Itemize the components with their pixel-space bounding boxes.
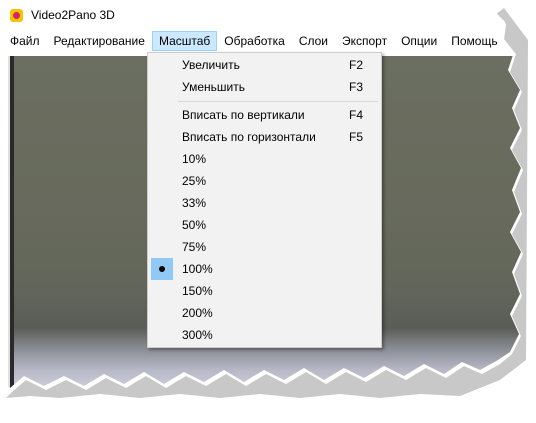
shortcut-label: F5 bbox=[349, 130, 364, 144]
menu-item-zoom-50[interactable]: 50% bbox=[150, 214, 379, 236]
menu-bar: Файл Редактирование Масштаб Обработка Сл… bbox=[0, 30, 521, 52]
menu-edit[interactable]: Редактирование bbox=[47, 31, 152, 51]
menu-item-zoom-25[interactable]: 25% bbox=[150, 170, 379, 192]
zoom-dropdown-menu: Увеличить F2 Уменьшить F3 Вписать по вер… bbox=[147, 52, 382, 348]
menu-item-label: 75% bbox=[182, 240, 207, 254]
menu-item-label: Уменьшить bbox=[182, 80, 245, 94]
menu-layers[interactable]: Слои bbox=[292, 31, 335, 51]
menu-item-zoom-100[interactable]: 100% bbox=[150, 258, 379, 280]
window-title: Video2Pano 3D bbox=[31, 8, 115, 22]
menu-item-label: Вписать по вертикали bbox=[182, 108, 305, 122]
menu-item-zoom-10[interactable]: 10% bbox=[150, 148, 379, 170]
menu-item-zoom-33[interactable]: 33% bbox=[150, 192, 379, 214]
menu-item-label: 33% bbox=[182, 196, 207, 210]
app-icon bbox=[10, 9, 23, 22]
menu-zoom[interactable]: Масштаб bbox=[151, 31, 218, 51]
menu-item-label: 10% bbox=[182, 152, 207, 166]
app-window: Video2Pano 3D Файл Редактирование Масшта… bbox=[0, 0, 521, 388]
menu-item-label: Вписать по горизонтали bbox=[182, 130, 316, 144]
menu-processing[interactable]: Обработка bbox=[217, 31, 292, 51]
radio-selected-icon bbox=[151, 258, 173, 280]
menu-item-label: 200% bbox=[182, 306, 213, 320]
menu-options[interactable]: Опции bbox=[394, 31, 444, 51]
shortcut-label: F3 bbox=[349, 80, 364, 94]
menu-item-label: 25% bbox=[182, 174, 207, 188]
title-bar: Video2Pano 3D bbox=[0, 0, 521, 30]
menu-item-fit-horizontal[interactable]: Вписать по горизонтали F5 bbox=[150, 126, 379, 148]
menu-item-zoom-200[interactable]: 200% bbox=[150, 302, 379, 324]
menu-item-zoom-150[interactable]: 150% bbox=[150, 280, 379, 302]
menu-item-label: Увеличить bbox=[182, 58, 240, 72]
menu-item-zoom-out[interactable]: Уменьшить F3 bbox=[150, 76, 379, 98]
menu-separator bbox=[178, 101, 378, 102]
menu-file[interactable]: Файл bbox=[3, 31, 47, 51]
menu-item-label: 150% bbox=[182, 284, 213, 298]
menu-item-zoom-300[interactable]: 300% bbox=[150, 324, 379, 346]
menu-export[interactable]: Экспорт bbox=[335, 31, 394, 51]
shortcut-label: F2 bbox=[349, 58, 364, 72]
menu-item-label: 100% bbox=[182, 262, 213, 276]
menu-item-label: 50% bbox=[182, 218, 207, 232]
menu-help[interactable]: Помощь bbox=[444, 31, 504, 51]
menu-item-zoom-75[interactable]: 75% bbox=[150, 236, 379, 258]
menu-item-zoom-in[interactable]: Увеличить F2 bbox=[150, 54, 379, 76]
menu-item-label: 300% bbox=[182, 328, 213, 342]
menu-item-fit-vertical[interactable]: Вписать по вертикали F4 bbox=[150, 104, 379, 126]
shortcut-label: F4 bbox=[349, 108, 364, 122]
